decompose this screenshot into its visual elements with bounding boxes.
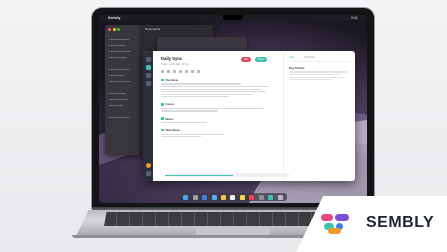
notes-section: Next Steps — [161, 128, 275, 138]
text-line — [161, 96, 230, 98]
gear-icon[interactable] — [145, 171, 151, 176]
playback-progress — [165, 174, 234, 176]
section-title: Next Steps — [165, 128, 180, 133]
zoom-button[interactable] — [117, 28, 120, 31]
text-line — [161, 91, 266, 93]
text-line — [289, 79, 332, 81]
tab-chat[interactable]: Chat — [289, 56, 294, 59]
text-line — [161, 122, 207, 124]
sembly-app-window[interactable]: Daily Sync Today · 10:00 AM · 30 min Rec… — [143, 51, 355, 181]
trash-icon[interactable] — [277, 194, 283, 200]
finder-sidebar-item[interactable] — [109, 99, 128, 101]
meeting-meta: Today · 10:00 AM · 30 min — [161, 63, 189, 66]
folder-icon[interactable] — [145, 81, 151, 86]
section-title: Notes — [165, 116, 174, 121]
record-button[interactable]: Rec — [241, 57, 252, 62]
text-line — [161, 88, 262, 90]
side-heading: Key Points — [289, 66, 305, 70]
text-line — [161, 136, 201, 138]
text-line — [161, 133, 224, 135]
mail-icon[interactable] — [211, 194, 217, 200]
text-line — [289, 73, 341, 76]
share-button[interactable]: Share — [255, 57, 268, 62]
finder-title: Documents — [145, 27, 161, 31]
side-panel: Chat Transcript Key Points — [283, 51, 355, 181]
sembly-logo-icon — [321, 214, 349, 234]
finder-sidebar-item[interactable] — [109, 117, 129, 119]
link-icon[interactable] — [185, 70, 188, 73]
section-icon — [161, 103, 164, 106]
brand-name: SEMBLY — [366, 214, 435, 231]
side-tabs: Chat Transcript — [289, 56, 350, 62]
section-title: Overview — [165, 78, 178, 82]
camera-notch — [223, 15, 243, 20]
tab-transcript[interactable]: Transcript — [304, 56, 315, 59]
section-title: Issues — [165, 102, 175, 107]
italic-icon[interactable] — [167, 70, 170, 73]
music-icon[interactable] — [249, 194, 255, 200]
more-icon[interactable] — [197, 70, 200, 73]
launchpad-icon[interactable] — [192, 194, 198, 200]
close-button[interactable] — [108, 28, 111, 31]
laptop-lid: Sembly 9:41 Documents Daily Sync Today ·… — [92, 8, 374, 208]
meetings-icon[interactable] — [145, 65, 151, 70]
finder-sidebar-item[interactable] — [109, 105, 123, 107]
list-icon[interactable] — [179, 70, 182, 73]
notes-section: Notes — [161, 117, 275, 124]
notes-section: Issues — [161, 102, 275, 112]
window-controls — [108, 28, 120, 31]
settings-icon[interactable] — [258, 194, 264, 200]
playback-bar[interactable] — [165, 173, 289, 177]
finder-sidebar-item[interactable] — [109, 39, 129, 41]
finder-sidebar-item[interactable] — [109, 51, 131, 53]
finder-sidebar-item[interactable] — [109, 45, 125, 47]
safari-icon[interactable] — [202, 194, 208, 200]
text-line — [161, 107, 264, 110]
finder-sidebar-item[interactable] — [109, 75, 124, 77]
dock — [179, 193, 287, 201]
underline-icon[interactable] — [173, 70, 176, 73]
sembly-icon[interactable] — [268, 194, 274, 200]
bold-icon[interactable] — [161, 70, 164, 73]
minimize-button[interactable] — [112, 28, 116, 31]
text-line — [289, 71, 347, 73]
finder-sidebar-item[interactable] — [109, 57, 127, 59]
avatar[interactable] — [145, 163, 151, 168]
section-icon — [161, 128, 164, 132]
home-icon[interactable] — [145, 57, 151, 62]
menubar-clock[interactable]: 9:41 — [351, 16, 358, 20]
notes-section: Overview — [161, 78, 275, 98]
text-line — [161, 110, 218, 112]
menubar-app-name[interactable]: Sembly — [108, 16, 120, 20]
laptop-screen: Sembly 9:41 Documents Daily Sync Today ·… — [99, 15, 367, 203]
meeting-notes-panel: Daily Sync Today · 10:00 AM · 30 min Rec… — [153, 51, 289, 181]
format-toolbar — [161, 70, 275, 73]
text-line — [289, 76, 344, 78]
notes-icon[interactable] — [239, 194, 245, 200]
photos-icon[interactable] — [221, 194, 227, 200]
checkbox-icon[interactable] — [191, 70, 194, 73]
text-line — [161, 83, 241, 85]
trackpad — [196, 227, 270, 235]
finder-sidebar-item[interactable] — [109, 69, 129, 71]
app-nav-rail — [143, 51, 153, 181]
section-icon — [161, 78, 164, 82]
calendar-icon[interactable] — [230, 194, 236, 200]
section-icon — [161, 117, 164, 120]
text-line — [161, 85, 270, 88]
text-line — [161, 93, 253, 95]
finder-sidebar-item[interactable] — [109, 81, 130, 83]
finder-sidebar-item[interactable] — [109, 93, 126, 95]
finder-icon[interactable] — [183, 194, 189, 200]
search-icon[interactable] — [145, 73, 151, 78]
